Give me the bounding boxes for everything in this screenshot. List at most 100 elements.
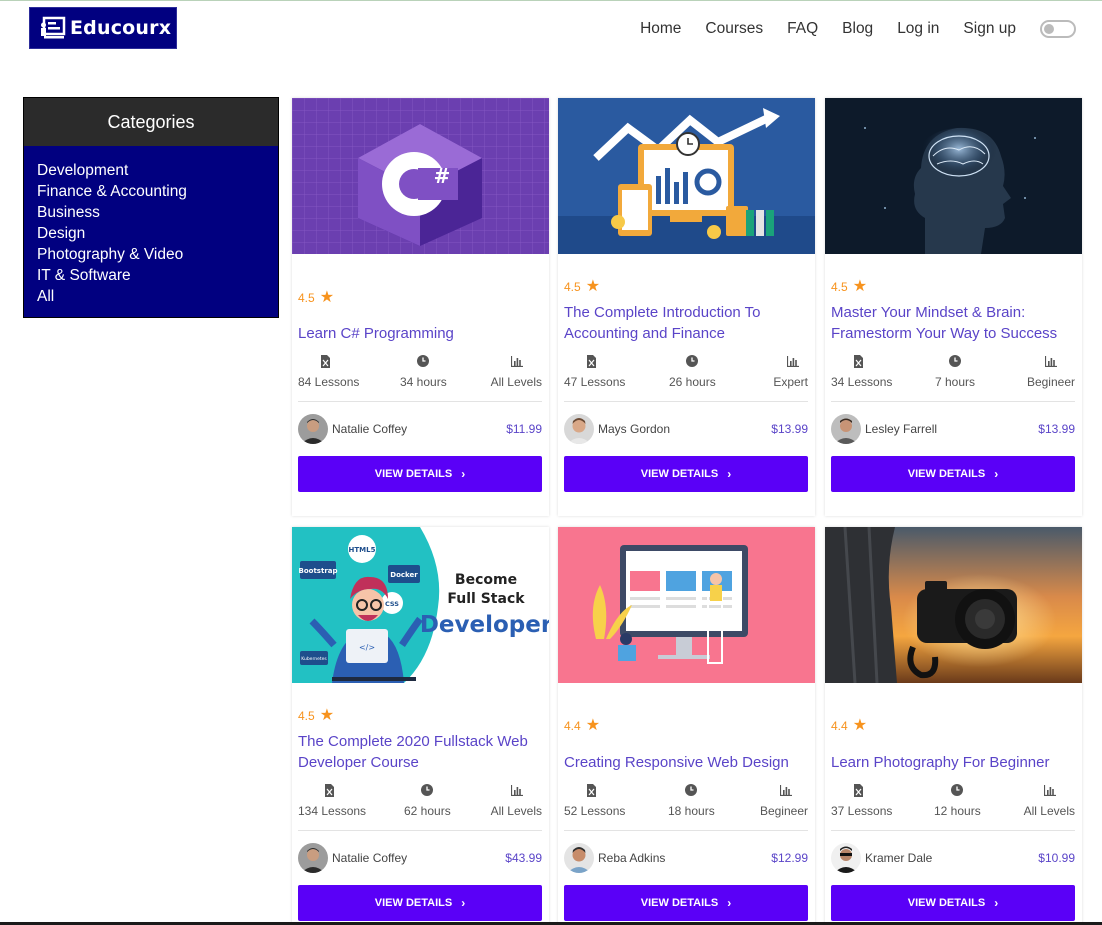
- level-label: All Levels: [1023, 804, 1075, 818]
- brand-name: Educourx: [70, 17, 172, 39]
- level-stat: Begineer: [760, 783, 808, 818]
- lessons-stat: 37 Lessons: [831, 783, 892, 818]
- bar-chart-icon: [1045, 354, 1075, 368]
- lessons-stat: 47 Lessons: [564, 354, 625, 389]
- level-label: Begineer: [759, 804, 808, 818]
- category-business[interactable]: Business: [37, 202, 278, 223]
- nav-blog[interactable]: Blog: [842, 20, 873, 38]
- avatar[interactable]: [831, 414, 861, 444]
- star-icon: ★: [852, 278, 868, 295]
- author-name[interactable]: Mays Gordon: [598, 422, 670, 436]
- rating: 4.5 ★: [831, 279, 867, 295]
- course-title[interactable]: The Complete 2020 Fullstack Web Develope…: [298, 731, 543, 773]
- author-name[interactable]: Natalie Coffey: [332, 851, 407, 865]
- view-details-button[interactable]: VIEW DETAILS ›: [298, 456, 542, 492]
- rating-value: 4.5: [564, 280, 581, 294]
- category-it-software[interactable]: IT & Software: [37, 265, 278, 286]
- brand-logo[interactable]: Educourx: [29, 7, 177, 49]
- view-details-button[interactable]: VIEW DETAILS ›: [831, 885, 1075, 921]
- category-all[interactable]: All: [37, 286, 278, 307]
- avatar[interactable]: [831, 843, 861, 873]
- view-details-button[interactable]: VIEW DETAILS ›: [564, 456, 808, 492]
- nav-courses[interactable]: Courses: [705, 20, 763, 38]
- divider: [831, 401, 1075, 402]
- author-name[interactable]: Natalie Coffey: [332, 422, 407, 436]
- course-title[interactable]: The Complete Introduction To Accounting …: [564, 302, 809, 344]
- hours-stat: 12 hours: [934, 783, 981, 818]
- course-title[interactable]: Master Your Mindset & Brain: Framestorm …: [831, 302, 1076, 344]
- course-price: $13.99: [1038, 422, 1075, 436]
- category-design[interactable]: Design: [37, 223, 278, 244]
- toggle-knob: [1044, 24, 1054, 34]
- main-nav: Home Courses FAQ Blog Log in Sign up: [640, 18, 1076, 40]
- hours-stat: 34 hours: [400, 354, 447, 389]
- rating: 4.4 ★: [831, 718, 867, 734]
- clock-icon: [686, 354, 699, 368]
- hours-count: 62 hours: [404, 804, 451, 818]
- course-card: Bootstrap HTML5 Docker CSS Kubernetes </…: [292, 527, 549, 925]
- button-label: VIEW DETAILS: [374, 897, 453, 909]
- course-price: $12.99: [771, 851, 808, 865]
- course-card: 4.4 ★ Creating Responsive Web Design 52 …: [558, 527, 815, 925]
- button-label: VIEW DETAILS: [640, 468, 719, 480]
- avatar[interactable]: [564, 414, 594, 444]
- course-thumbnail-csharp[interactable]: #: [292, 98, 549, 254]
- course-author: Natalie Coffey $43.99: [298, 843, 542, 873]
- avatar[interactable]: [298, 843, 328, 873]
- theme-toggle[interactable]: [1040, 20, 1076, 38]
- clock-icon: [949, 354, 962, 368]
- view-details-button[interactable]: VIEW DETAILS ›: [298, 885, 542, 921]
- lessons-count: 52 Lessons: [564, 804, 626, 818]
- course-author: Reba Adkins $12.99: [564, 843, 808, 873]
- nav-signup[interactable]: Sign up: [963, 20, 1016, 38]
- level-stat: All Levels: [491, 354, 542, 389]
- lessons-count: 37 Lessons: [831, 804, 893, 818]
- bar-chart-icon: [511, 783, 542, 797]
- author-name[interactable]: Lesley Farrell: [865, 422, 937, 436]
- course-title[interactable]: Learn C# Programming: [298, 323, 543, 344]
- star-icon: ★: [585, 717, 601, 734]
- view-details-button[interactable]: VIEW DETAILS ›: [564, 885, 808, 921]
- category-development[interactable]: Development: [37, 160, 278, 181]
- hours-stat: 18 hours: [668, 783, 715, 818]
- lesson-file-icon: [298, 354, 331, 368]
- level-label: Begineer: [1026, 375, 1075, 389]
- author-name[interactable]: Reba Adkins: [598, 851, 665, 865]
- nav-faq[interactable]: FAQ: [787, 20, 818, 38]
- bar-chart-icon: [511, 354, 542, 368]
- course-stats: 34 Lessons 7 hours Begineer: [831, 354, 1075, 390]
- course-price: $13.99: [771, 422, 808, 436]
- view-details-button[interactable]: VIEW DETAILS ›: [831, 456, 1075, 492]
- nav-home[interactable]: Home: [640, 20, 681, 38]
- hours-stat: 26 hours: [669, 354, 716, 389]
- category-photography-video[interactable]: Photography & Video: [37, 244, 278, 265]
- clock-icon: [417, 354, 430, 368]
- author-name[interactable]: Kramer Dale: [865, 851, 932, 865]
- clock-icon: [685, 783, 698, 797]
- course-thumbnail-accounting[interactable]: [558, 98, 815, 254]
- course-thumbnail-fullstack[interactable]: Bootstrap HTML5 Docker CSS Kubernetes </…: [292, 527, 549, 683]
- badge-bootstrap: Bootstrap: [299, 567, 338, 575]
- course-card: # 4.5 ★ Learn C# Programming 84 Lessons …: [292, 98, 549, 516]
- category-finance-accounting[interactable]: Finance & Accounting: [37, 181, 278, 202]
- course-title[interactable]: Learn Photography For Beginner: [831, 752, 1076, 773]
- hours-count: 7 hours: [935, 375, 976, 389]
- avatar[interactable]: [564, 843, 594, 873]
- rating: 4.5 ★: [298, 290, 334, 306]
- course-stats: 134 Lessons 62 hours All Levels: [298, 783, 542, 819]
- hours-count: 12 hours: [934, 804, 981, 818]
- course-card: 4.4 ★ Learn Photography For Beginner 37 …: [825, 527, 1082, 925]
- logo-icon: [41, 16, 66, 39]
- avatar[interactable]: [298, 414, 328, 444]
- course-thumbnail-photography[interactable]: [825, 527, 1082, 683]
- course-author: Mays Gordon $13.99: [564, 414, 808, 444]
- star-icon: ★: [319, 289, 335, 306]
- nav-login[interactable]: Log in: [897, 20, 939, 38]
- divider: [564, 830, 808, 831]
- divider: [298, 401, 542, 402]
- course-thumbnail-brain[interactable]: [825, 98, 1082, 254]
- course-thumbnail-responsive[interactable]: [558, 527, 815, 683]
- thumb-line-developer: Developer: [420, 612, 549, 638]
- course-title[interactable]: Creating Responsive Web Design: [564, 752, 809, 773]
- rating-value: 4.5: [831, 280, 848, 294]
